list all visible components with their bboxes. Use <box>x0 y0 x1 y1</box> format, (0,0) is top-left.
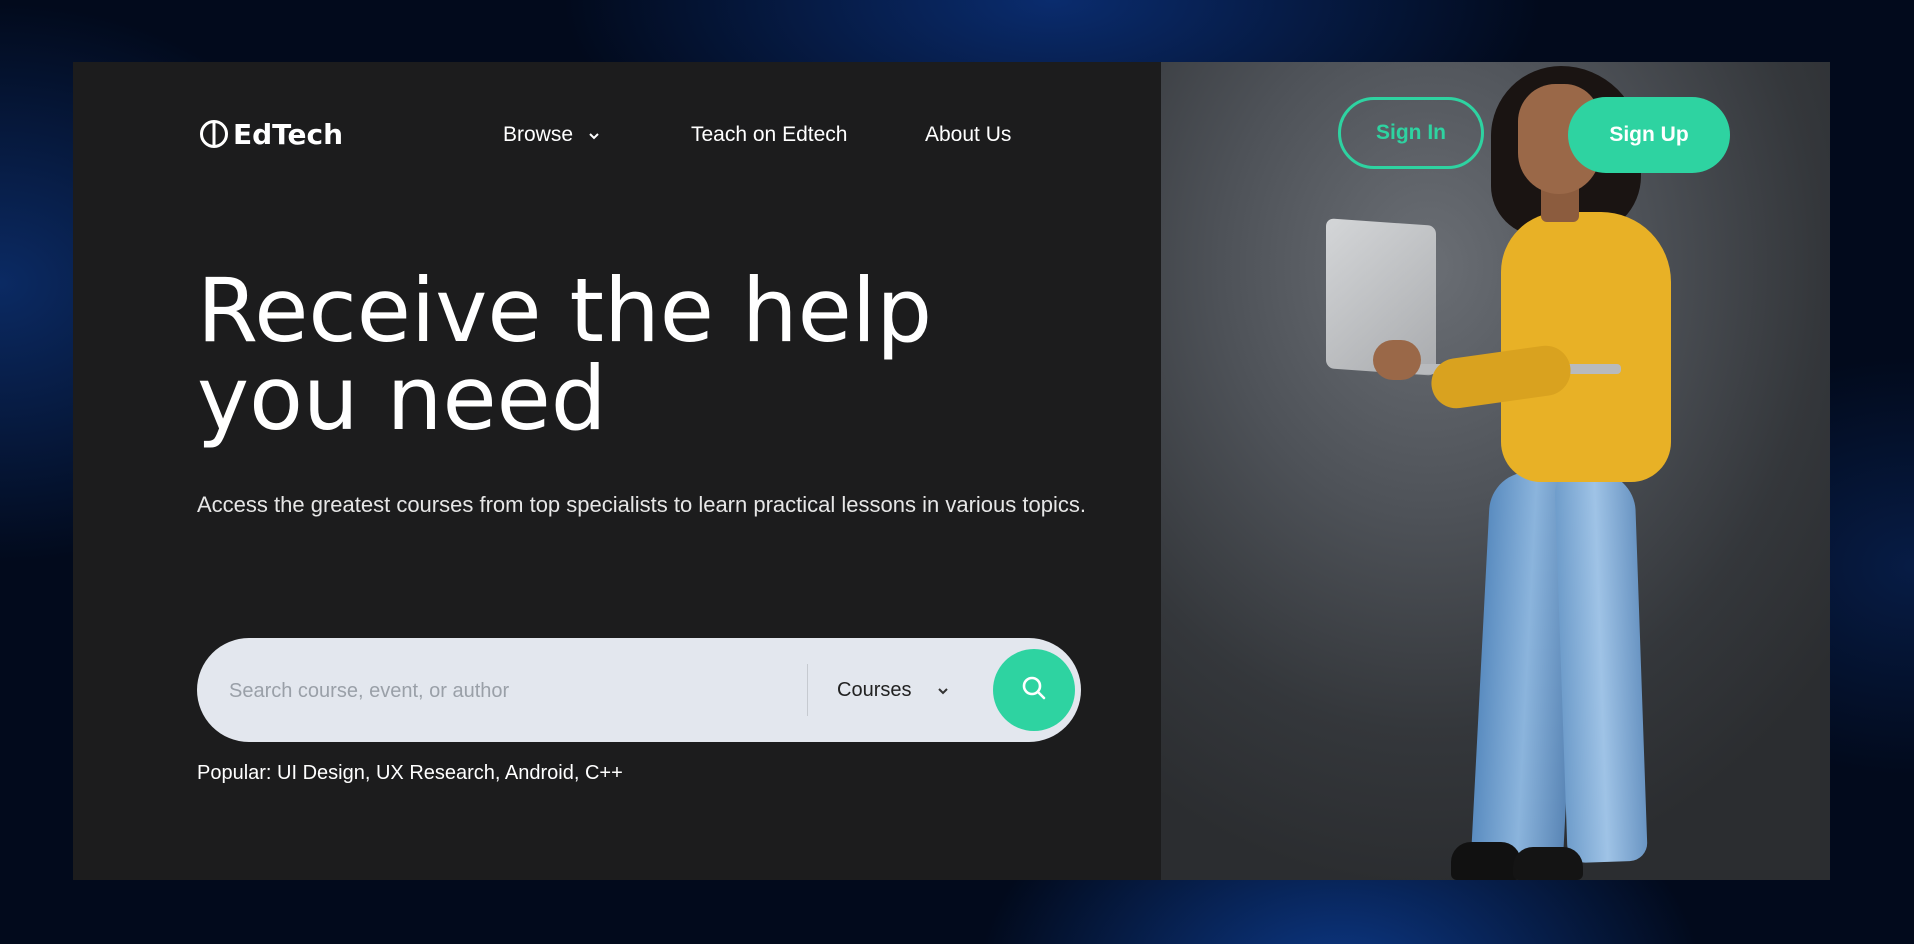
person-shoe-right <box>1513 847 1583 880</box>
person-hand <box>1373 340 1421 380</box>
search-input[interactable] <box>227 670 791 712</box>
chevron-down-icon <box>937 679 949 702</box>
category-select-value: Courses <box>837 678 912 701</box>
search-divider <box>807 664 808 716</box>
brand-name: EdTech <box>233 117 344 151</box>
person-leg-right <box>1554 470 1648 864</box>
category-select[interactable]: Courses <box>837 670 949 710</box>
headline-line-2: you need <box>197 347 607 450</box>
brand-logo[interactable]: EdTech <box>199 114 343 154</box>
search-icon <box>1020 674 1048 706</box>
nav-browse-label: Browse <box>503 123 574 146</box>
nav-teach[interactable]: Teach on Edtech <box>691 120 847 150</box>
nav-about[interactable]: About Us <box>925 120 1011 150</box>
sign-in-button[interactable]: Sign In <box>1338 97 1484 169</box>
search-button[interactable] <box>993 649 1075 731</box>
popular-topics: Popular: UI Design, UX Research, Android… <box>197 762 623 784</box>
landing-card: EdTech Browse Teach on Edtech About Us S… <box>73 62 1830 880</box>
chevron-down-icon <box>587 120 601 150</box>
person-shoe-left <box>1451 842 1521 880</box>
nav-browse[interactable]: Browse <box>503 120 601 150</box>
person-illustration <box>1161 62 1830 880</box>
circle-divided-icon <box>199 119 229 149</box>
hero-headline: Receive the help you need <box>197 267 1097 443</box>
sign-up-button[interactable]: Sign Up <box>1568 97 1730 173</box>
person-sweater <box>1501 212 1671 482</box>
hero-photo <box>1161 62 1830 880</box>
hero-subtext: Access the greatest courses from top spe… <box>197 492 1086 517</box>
search-bar: Courses <box>197 638 1081 742</box>
